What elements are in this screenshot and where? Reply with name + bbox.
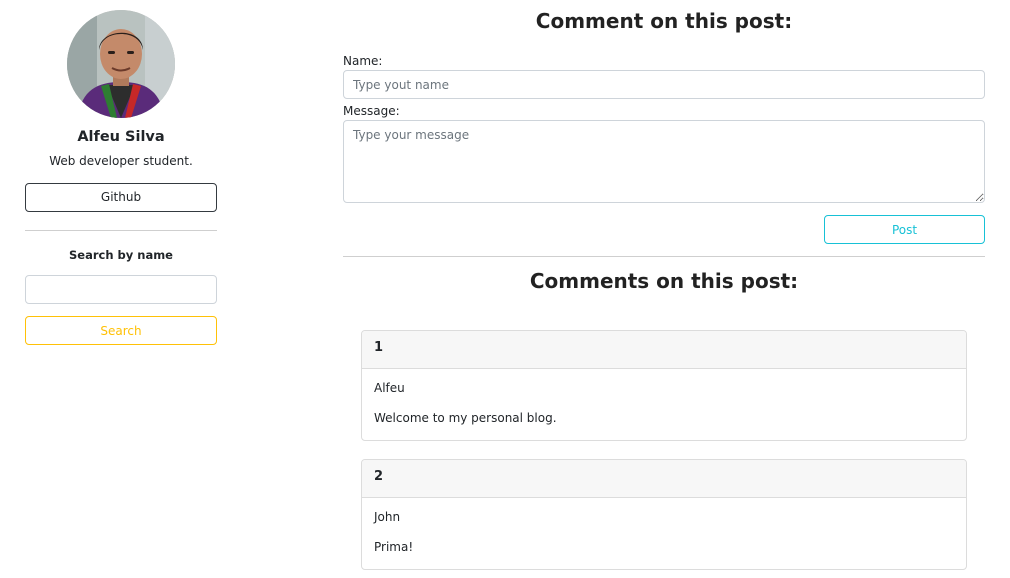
search-label: Search by name — [69, 248, 173, 262]
comment-number: 2 — [362, 460, 966, 498]
comment-author: Alfeu — [374, 381, 405, 395]
avatar — [67, 10, 175, 118]
comment-text: Welcome to my personal blog. — [374, 411, 557, 425]
main-divider — [343, 256, 985, 257]
name-label: Name: — [343, 54, 383, 68]
comments-title: Comments on this post: — [529, 269, 799, 293]
message-label: Message: — [343, 104, 400, 118]
profile-name: Alfeu Silva — [77, 129, 165, 145]
message-textarea[interactable] — [343, 120, 985, 203]
comment-number: 1 — [362, 331, 966, 369]
post-button[interactable]: Post — [824, 215, 985, 244]
name-input[interactable] — [343, 70, 985, 99]
comment-form-title: Comment on this post: — [535, 9, 793, 33]
comment-card: 2 John Prima! — [361, 459, 967, 570]
comment-author: John — [374, 510, 401, 524]
sidebar-divider — [25, 230, 217, 231]
search-button[interactable]: Search — [25, 316, 217, 345]
search-input[interactable] — [25, 275, 217, 304]
profile-description: Web developer student. — [49, 154, 193, 168]
github-button[interactable]: Github — [25, 183, 217, 212]
comment-text: Prima! — [374, 540, 414, 554]
comment-card: 1 Alfeu Welcome to my personal blog. — [361, 330, 967, 441]
